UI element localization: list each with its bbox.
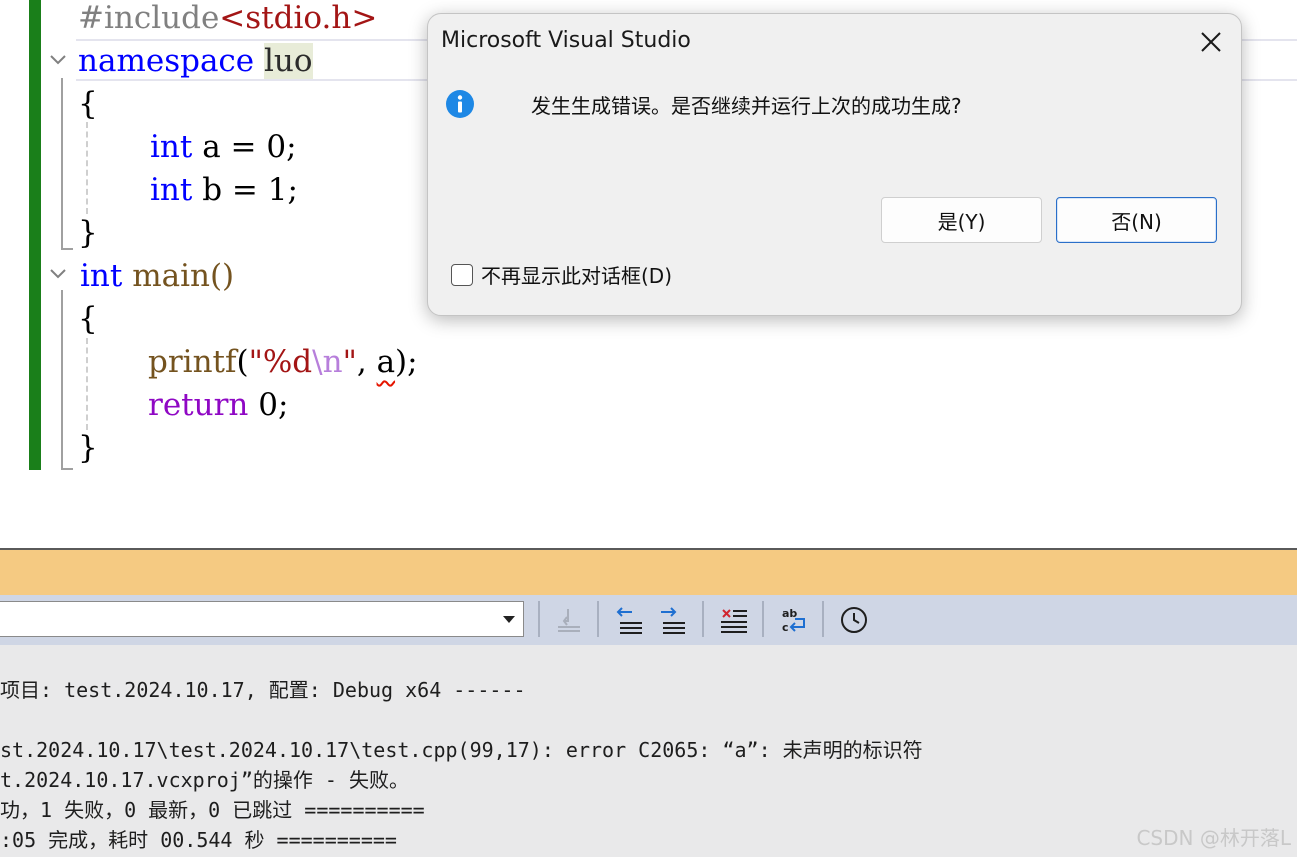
- dialog-title: Microsoft Visual Studio: [441, 28, 691, 53]
- output-line: 项目: test.2024.10.17, 配置: Debug x64 -----…: [0, 678, 526, 702]
- output-line: :05 完成，耗时 00.544 秒 ==========: [0, 828, 397, 852]
- code-line-brace-close[interactable]: }: [78, 213, 98, 253]
- info-icon: [445, 89, 475, 123]
- timestamps-icon[interactable]: [836, 602, 872, 638]
- no-button[interactable]: 否(N): [1056, 197, 1217, 243]
- code-line-namespace[interactable]: namespace luo: [78, 41, 313, 81]
- dont-show-again-row[interactable]: 不再显示此对话框(D): [451, 260, 672, 289]
- code-line-brace-close[interactable]: }: [78, 428, 98, 468]
- chevron-down-icon: [503, 616, 515, 623]
- outline-guide-end: [61, 232, 73, 250]
- outline-guide-end: [61, 452, 73, 470]
- word-wrap-icon[interactable]: ab c: [776, 602, 812, 638]
- outline-guide: [61, 290, 63, 468]
- close-icon[interactable]: [1191, 24, 1231, 60]
- next-message-icon[interactable]: [654, 602, 690, 638]
- output-panel-title-bar[interactable]: [0, 550, 1297, 595]
- code-line-decl-b[interactable]: int b = 1;: [150, 170, 298, 210]
- toolbar-separator: [702, 601, 704, 637]
- toolbar-separator: [822, 601, 824, 637]
- output-line-error[interactable]: st.2024.10.17\test.2024.10.17\test.cpp(9…: [0, 737, 923, 763]
- change-tracking-bar: [29, 0, 41, 470]
- toolbar-separator: [762, 601, 764, 637]
- svg-text:c: c: [782, 621, 789, 634]
- code-line-decl-a[interactable]: int a = 0;: [150, 127, 297, 167]
- code-line-main[interactable]: int main(): [80, 256, 234, 296]
- go-to-build-icon[interactable]: [551, 602, 587, 638]
- code-line-brace-open[interactable]: {: [78, 84, 98, 124]
- code-line-brace-open[interactable]: {: [78, 299, 98, 339]
- dialog-message: 发生生成错误。是否继续并运行上次的成功生成?: [531, 94, 962, 118]
- toolbar-separator: [538, 601, 540, 637]
- watermark: CSDN @林开落L: [1136, 826, 1291, 850]
- error-squiggle[interactable]: a: [377, 344, 395, 380]
- dont-show-again-label[interactable]: 不再显示此对话框(D): [481, 260, 672, 289]
- code-line-printf[interactable]: printf("%d\n", a);: [148, 342, 418, 382]
- code-line-return[interactable]: return 0;: [148, 385, 288, 425]
- clear-all-icon[interactable]: [716, 602, 752, 638]
- indent-guide: [86, 122, 88, 214]
- previous-message-icon[interactable]: [611, 602, 647, 638]
- outline-guide: [61, 78, 63, 248]
- output-line: 功，1 失败，0 最新，0 已跳过 ==========: [0, 798, 425, 822]
- output-line: t.2024.10.17.vcxproj”的操作 - 失败。: [0, 768, 409, 792]
- code-line-include[interactable]: #include<stdio.h>: [78, 0, 377, 38]
- collapse-main-icon[interactable]: [48, 264, 68, 284]
- output-source-dropdown[interactable]: [0, 601, 524, 637]
- dont-show-again-checkbox[interactable]: [451, 263, 473, 286]
- toolbar-separator: [597, 601, 599, 637]
- message-dialog: Microsoft Visual Studio 发生生成错误。是否继续并运行上次…: [427, 13, 1242, 316]
- yes-button[interactable]: 是(Y): [881, 197, 1042, 243]
- collapse-namespace-icon[interactable]: [48, 50, 68, 70]
- indent-guide: [86, 338, 88, 430]
- output-text-area[interactable]: 项目: test.2024.10.17, 配置: Debug x64 -----…: [0, 645, 1297, 857]
